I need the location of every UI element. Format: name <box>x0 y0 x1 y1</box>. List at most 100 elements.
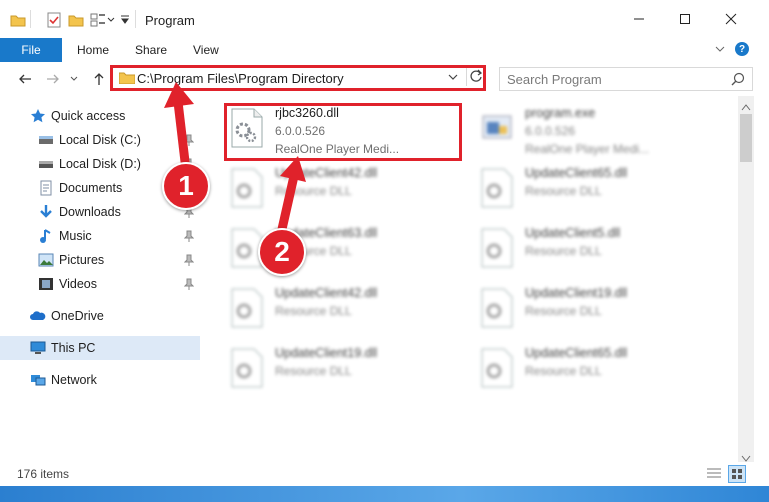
file-item[interactable]: UpdateClient65.dll Resource DLL <box>479 344 719 400</box>
videos-icon <box>38 276 54 292</box>
file-name: UpdateClient42.dll <box>275 286 378 300</box>
file-highlight-box <box>224 103 462 161</box>
file-type: Resource DLL <box>525 184 602 198</box>
close-button[interactable] <box>708 0 754 38</box>
file-type: Resource DLL <box>525 304 602 318</box>
dll-file-icon <box>479 168 515 208</box>
folder-icon[interactable] <box>10 12 26 28</box>
network-icon <box>30 372 46 388</box>
tab-home[interactable]: Home <box>77 38 109 62</box>
help-button[interactable]: ? <box>735 42 749 56</box>
tab-share[interactable]: Share <box>135 38 167 62</box>
status-bar: 176 items <box>0 462 769 486</box>
title-bar: Program <box>0 0 769 38</box>
address-row: C:\Program Files\Program Directory Searc… <box>0 62 769 96</box>
nav-label: Network <box>51 373 97 387</box>
scrollbar-thumb[interactable] <box>740 114 752 162</box>
desktop-background <box>0 486 769 502</box>
pin-icon[interactable] <box>183 134 195 146</box>
new-folder-icon[interactable] <box>68 12 84 28</box>
file-type: Resource DLL <box>275 304 352 318</box>
up-button[interactable] <box>90 70 108 88</box>
address-highlight-box <box>110 65 486 91</box>
step-1-badge: 1 <box>162 162 210 210</box>
view-options-icon[interactable] <box>90 12 106 28</box>
nav-label: Local Disk (D:) <box>59 157 141 171</box>
file-item[interactable]: UpdateClient19.dll Resource DLL <box>479 284 719 340</box>
file-type: Resource DLL <box>525 244 602 258</box>
file-name: UpdateClient5.dll <box>525 226 621 240</box>
maximize-button[interactable] <box>662 0 708 38</box>
file-item[interactable]: UpdateClient42.dll Resource DLL <box>229 284 469 340</box>
music-icon <box>38 228 54 244</box>
nav-item-onedrive[interactable]: OneDrive <box>0 304 200 328</box>
separator <box>135 10 136 28</box>
navigation-pane: Quick access Local Disk (C:) Local Disk … <box>0 96 202 446</box>
forward-button[interactable] <box>44 70 62 88</box>
properties-icon[interactable] <box>46 12 62 28</box>
back-button[interactable] <box>16 70 34 88</box>
star-icon <box>30 108 46 124</box>
close-icon <box>725 13 737 25</box>
nav-label: Local Disk (C:) <box>59 133 141 147</box>
dll-file-icon <box>479 228 515 268</box>
file-version: 6.0.0.526 <box>525 124 576 138</box>
recent-locations-button[interactable] <box>68 70 80 88</box>
file-item[interactable]: UpdateClient5.dll Resource DLL <box>479 224 719 280</box>
pin-icon[interactable] <box>183 278 195 290</box>
downloads-icon <box>38 204 54 220</box>
drive-icon <box>38 156 54 172</box>
ribbon-tabs: File Home Share View ? <box>0 38 769 62</box>
pin-icon[interactable] <box>183 254 195 266</box>
up-arrow-icon <box>94 73 104 85</box>
tab-file[interactable]: File <box>0 38 62 62</box>
nav-item-this-pc[interactable]: This PC <box>0 336 200 360</box>
file-item[interactable]: UpdateClient19.dll Resource DLL <box>229 344 469 400</box>
cloud-icon <box>30 308 46 324</box>
forward-arrow-icon <box>47 74 59 84</box>
tab-view[interactable]: View <box>193 38 219 62</box>
nav-item-pictures[interactable]: Pictures <box>0 248 200 272</box>
expand-ribbon-icon[interactable] <box>714 43 726 58</box>
file-name: program.exe <box>525 106 596 120</box>
file-type: Resource DLL <box>275 184 352 198</box>
search-icon <box>731 72 745 89</box>
documents-icon <box>38 180 54 196</box>
nav-label: This PC <box>51 341 96 355</box>
drive-icon <box>38 132 54 148</box>
large-icons-view-icon[interactable] <box>728 465 746 483</box>
customize-toolbar-icon[interactable] <box>120 14 136 30</box>
nav-item-quick-access[interactable]: Quick access <box>0 104 200 128</box>
file-item-program-exe[interactable]: program.exe 6.0.0.526 RealOne Player Med… <box>479 104 719 160</box>
vertical-scrollbar[interactable] <box>738 96 754 466</box>
file-explorer-window: Program File Home Share View ? C:\Progra… <box>0 0 769 486</box>
window-title: Program <box>145 13 195 28</box>
back-arrow-icon <box>19 74 31 84</box>
nav-label: Quick access <box>51 109 126 123</box>
search-input[interactable]: Search Program <box>499 67 753 91</box>
nav-item-local-disk-c[interactable]: Local Disk (C:) <box>0 128 200 152</box>
dll-file-icon <box>229 348 265 388</box>
minimize-button[interactable] <box>616 0 662 38</box>
dll-file-icon <box>229 288 265 328</box>
nav-label: Pictures <box>59 253 105 267</box>
file-description: RealOne Player Medi... <box>525 142 650 156</box>
file-item[interactable]: UpdateClient65.dll Resource DLL <box>479 164 719 220</box>
details-view-icon[interactable] <box>706 467 722 484</box>
dll-file-icon <box>479 348 515 388</box>
dll-file-icon <box>479 288 515 328</box>
maximize-icon <box>680 14 690 24</box>
nav-item-music[interactable]: Music <box>0 224 200 248</box>
file-name: UpdateClient42.dll <box>275 166 378 180</box>
file-item[interactable]: UpdateClient42.dll Resource DLL <box>229 164 469 220</box>
nav-item-network[interactable]: Network <box>0 368 200 392</box>
dll-file-icon <box>229 168 265 208</box>
file-name: UpdateClient65.dll <box>525 346 628 360</box>
nav-label: OneDrive <box>51 309 104 323</box>
nav-label: Downloads <box>59 205 121 219</box>
nav-item-videos[interactable]: Videos <box>0 272 200 296</box>
file-name: UpdateClient65.dll <box>525 166 628 180</box>
scroll-up-icon[interactable] <box>741 100 751 114</box>
pin-icon[interactable] <box>183 230 195 242</box>
separator <box>30 10 31 28</box>
